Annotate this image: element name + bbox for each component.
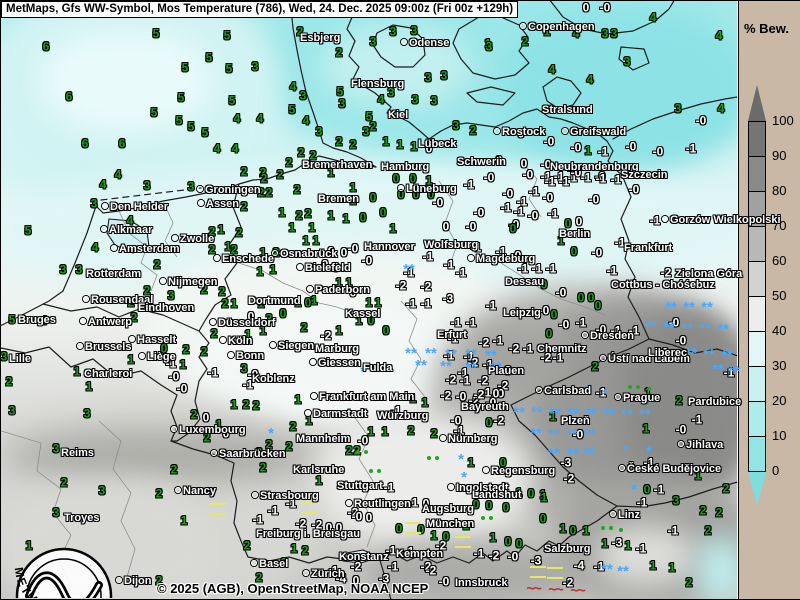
legend-title: % Bew. xyxy=(744,21,789,36)
scale-arrow-down-icon xyxy=(748,472,766,506)
scale-tick-label: 0 xyxy=(772,463,779,478)
cloud-cover-scale xyxy=(748,85,766,506)
scale-segments xyxy=(748,121,766,472)
scale-tick-label: 10 xyxy=(772,428,786,443)
scale-segment xyxy=(749,226,765,261)
country-borders xyxy=(1,1,737,599)
scale-segment xyxy=(749,261,765,296)
scale-segment xyxy=(749,401,765,436)
scale-tick-label: 60 xyxy=(772,253,786,268)
scale-segment xyxy=(749,366,765,401)
map-title-bar: MetMaps, Gfs WW-Symbol, Mos Temperature … xyxy=(1,1,518,18)
weather-map-window: % Bew. 1009080706050403020100 6556555355… xyxy=(0,0,800,600)
metmaps-logo: METMAPS xyxy=(7,545,137,598)
map-canvas[interactable] xyxy=(1,1,737,599)
scale-tick-label: 80 xyxy=(772,183,786,198)
scale-tick-label: 40 xyxy=(772,323,786,338)
scale-arrow-up-icon xyxy=(748,85,766,121)
copyright-text: © 2025 (AGB), OpenStreetMap, NOAA NCEP xyxy=(157,581,428,596)
scale-segment xyxy=(749,436,765,471)
scale-tick-label: 50 xyxy=(772,288,786,303)
scale-tick-label: 20 xyxy=(772,393,786,408)
scale-segment xyxy=(749,122,765,156)
scale-tick-label: 100 xyxy=(772,113,794,128)
scale-tick-label: 70 xyxy=(772,218,786,233)
scale-segment xyxy=(749,296,765,331)
scale-segment xyxy=(749,191,765,226)
scale-segment xyxy=(749,156,765,191)
scale-tick-label: 30 xyxy=(772,358,786,373)
scale-segment xyxy=(749,331,765,366)
legend-sidebar: % Bew. 1009080706050403020100 xyxy=(738,1,800,599)
scale-tick-label: 90 xyxy=(772,148,786,163)
